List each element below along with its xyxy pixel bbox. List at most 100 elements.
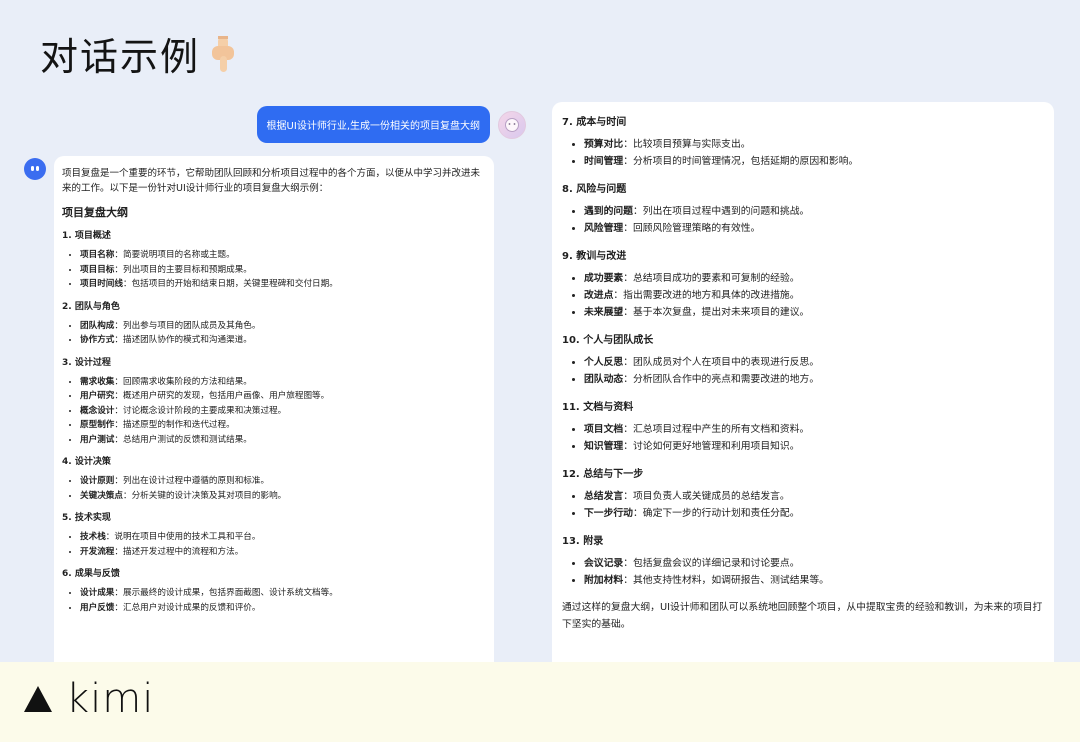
item-key: 成功要素 — [584, 273, 624, 284]
list-item: 需求收集：回顾需求收集阶段的方法和结果。 — [80, 375, 486, 390]
section-list: 设计原则：列出在设计过程中遵循的原则和标准。关键决策点：分析关键的设计决策及其对… — [62, 474, 486, 503]
item-key: 技术栈 — [80, 532, 106, 542]
list-item: 概念设计：讨论概念设计阶段的主要成果和决策过程。 — [80, 404, 486, 419]
item-value: ：回顾需求收集阶段的方法和结果。 — [114, 376, 252, 387]
item-value: ：回顾风险管理策略的有效性。 — [623, 223, 761, 234]
section-list: 设计成果：展示最终的设计成果，包括界面截图、设计系统文档等。用户反馈：汇总用户对… — [62, 586, 486, 615]
list-item: 关键决策点：分析关键的设计决策及其对项目的影响。 — [80, 489, 486, 504]
section-list: 项目名称：简要说明项目的名称或主题。项目目标：列出项目的主要目标和预期成果。项目… — [62, 248, 486, 292]
item-key: 设计原则 — [80, 476, 115, 486]
list-item: 附加材料：其他支持性材料，如调研报告、测试结果等。 — [584, 572, 1044, 589]
list-item: 个人反思：团队成员对个人在项目中的表现进行反思。 — [584, 354, 1044, 371]
conclusion-text: 通过这样的复盘大纲，UI设计师和团队可以系统地回顾整个项目，从中提取宝贵的经验和… — [562, 602, 1043, 630]
item-value: ：团队成员对个人在项目中的表现进行反思。 — [623, 357, 820, 368]
left-chat-panel: 根据UI设计师行业,生成一份相关的项目复盘大纲 项目复盘是一个重要的环节，它帮助… — [16, 100, 536, 666]
list-item: 用户研究：概述用户研究的发现，包括用户画像、用户旅程图等。 — [80, 389, 486, 404]
item-value: ：分析项目的时间管理情况，包括延期的原因和影响。 — [623, 156, 859, 167]
list-item: 项目时间线：包括项目的开始和结束日期，关键里程碑和交付日期。 — [80, 277, 486, 292]
list-item: 改进点：指出需要改进的地方和具体的改进措施。 — [584, 287, 1044, 304]
list-item: 项目文档：汇总项目过程中产生的所有文档和资料。 — [584, 421, 1044, 438]
item-key: 开发流程 — [80, 546, 115, 557]
item-value: ：列出参与项目的团队成员及其角色。 — [114, 320, 261, 331]
item-key: 团队构成 — [80, 320, 115, 331]
item-key: 用户测试 — [80, 434, 115, 445]
list-item: 团队动态：分析团队合作中的亮点和需要改进的地方。 — [584, 371, 1044, 388]
item-value: ：分析关键的设计决策及其对项目的影响。 — [122, 490, 287, 501]
list-item: 时间管理：分析项目的时间管理情况，包括延期的原因和影响。 — [584, 153, 1044, 170]
item-value: ：总结项目成功的要素和可复制的经验。 — [623, 273, 800, 284]
section-list: 预算对比：比较项目预算与实际支出。时间管理：分析项目的时间管理情况，包括延期的原… — [562, 136, 1044, 170]
section-title: 8. 风险与问题 — [562, 184, 627, 195]
item-key: 需求收集 — [80, 376, 115, 387]
list-item: 预算对比：比较项目预算与实际支出。 — [584, 136, 1044, 153]
user-message-bubble: 根据UI设计师行业,生成一份相关的项目复盘大纲 — [256, 106, 490, 143]
bot-avatar — [24, 158, 46, 180]
item-key: 设计成果 — [80, 588, 115, 598]
bot-intro: 项目复盘是一个重要的环节，它帮助团队回顾和分析项目过程中的各个方面，以便从中学习… — [62, 168, 481, 194]
section-list: 会议记录：包括复盘会议的详细记录和讨论要点。附加材料：其他支持性材料，如调研报告… — [562, 555, 1044, 589]
list-item: 知识管理：讨论如何更好地管理和利用项目知识。 — [584, 438, 1044, 455]
list-item: 协作方式：描述团队协作的模式和沟通渠道。 — [80, 333, 486, 348]
item-key: 会议记录 — [584, 558, 624, 569]
list-item: 原型制作：描述原型的制作和迭代过程。 — [80, 418, 486, 433]
section-list: 技术栈：说明在项目中使用的技术工具和平台。开发流程：描述开发过程中的流程和方法。 — [62, 530, 486, 559]
section-list: 团队构成：列出参与项目的团队成员及其角色。协作方式：描述团队协作的模式和沟通渠道… — [62, 319, 486, 348]
item-value: ：讨论概念设计阶段的主要成果和决策过程。 — [114, 405, 287, 416]
list-item: 用户测试：总结用户测试的反馈和测试结果。 — [80, 433, 486, 448]
list-item: 遇到的问题：列出在项目过程中遇到的问题和挑战。 — [584, 203, 1044, 220]
item-value: ：描述开发过程中的流程和方法。 — [114, 546, 244, 557]
list-item: 总结发言：项目负责人或关键成员的总结发言。 — [584, 488, 1044, 505]
item-key: 未来展望 — [584, 307, 624, 318]
list-item: 设计原则：列出在设计过程中遵循的原则和标准。 — [80, 474, 486, 489]
list-item: 项目名称：简要说明项目的名称或主题。 — [80, 248, 486, 263]
user-message-row: 根据UI设计师行业,生成一份相关的项目复盘大纲 — [256, 106, 526, 143]
item-value: ：列出项目的主要目标和预期成果。 — [114, 264, 252, 275]
list-item: 下一步行动：确定下一步的行动计划和责任分配。 — [584, 505, 1044, 522]
section-title: 9. 教训与改进 — [562, 251, 627, 262]
item-key: 遇到的问题 — [584, 206, 633, 217]
list-item: 团队构成：列出参与项目的团队成员及其角色。 — [80, 319, 486, 334]
item-value: ：包括复盘会议的详细记录和讨论要点。 — [623, 558, 800, 569]
section-list: 项目文档：汇总项目过程中产生的所有文档和资料。知识管理：讨论如何更好地管理和利用… — [562, 421, 1044, 455]
section-title: 3. 设计过程 — [62, 357, 111, 368]
face-icon — [505, 117, 519, 132]
item-key: 用户反馈 — [80, 602, 115, 613]
item-key: 附加材料 — [584, 575, 624, 586]
footer-bar: kimi — [0, 662, 1080, 742]
user-avatar[interactable] — [498, 110, 526, 139]
item-value: ：汇总项目过程中产生的所有文档和资料。 — [623, 424, 810, 435]
item-key: 协作方式 — [80, 335, 115, 345]
list-item: 成功要素：总结项目成功的要素和可复制的经验。 — [584, 270, 1044, 287]
section-list: 总结发言：项目负责人或关键成员的总结发言。下一步行动：确定下一步的行动计划和责任… — [562, 488, 1044, 522]
item-value: ：汇总用户对设计成果的反馈和评价。 — [114, 602, 261, 613]
section-title: 11. 文档与资料 — [562, 402, 634, 413]
item-key: 下一步行动 — [584, 508, 633, 519]
section-title: 10. 个人与团队成长 — [562, 335, 654, 346]
item-key: 团队动态 — [584, 374, 624, 385]
item-key: 改进点 — [584, 290, 614, 301]
item-value: ：基于本次复盘，提出对未来项目的建议。 — [623, 307, 810, 318]
item-value: ：简要说明项目的名称或主题。 — [114, 250, 235, 260]
item-value: ：描述原型的制作和迭代过程。 — [114, 420, 235, 430]
item-key: 原型制作 — [80, 420, 115, 430]
list-item: 未来展望：基于本次复盘，提出对未来项目的建议。 — [584, 304, 1044, 321]
section-list: 成功要素：总结项目成功的要素和可复制的经验。改进点：指出需要改进的地方和具体的改… — [562, 270, 1044, 321]
section-title: 1. 项目概述 — [62, 231, 111, 241]
item-key: 项目文档 — [584, 424, 624, 435]
item-value: ：其他支持性材料，如调研报告、测试结果等。 — [623, 575, 829, 586]
list-item: 技术栈：说明在项目中使用的技术工具和平台。 — [80, 530, 486, 545]
item-value: ：列出在项目过程中遇到的问题和挑战。 — [632, 206, 810, 217]
brand-logo: kimi — [24, 676, 154, 722]
item-value: ：包括项目的开始和结束日期，关键里程碑和交付日期。 — [122, 279, 338, 289]
triangle-logo-icon — [24, 686, 52, 712]
list-item: 项目目标：列出项目的主要目标和预期成果。 — [80, 263, 486, 278]
item-key: 风险管理 — [584, 223, 624, 234]
item-value: ：展示最终的设计成果，包括界面截图、设计系统文档等。 — [114, 588, 338, 598]
list-item: 用户反馈：汇总用户对设计成果的反馈和评价。 — [80, 601, 486, 616]
item-key: 预算对比 — [584, 139, 624, 150]
page-title: 对话示例 — [40, 26, 240, 81]
section-list: 需求收集：回顾需求收集阶段的方法和结果。用户研究：概述用户研究的发现，包括用户画… — [62, 375, 486, 448]
outline-title: 项目复盘大纲 — [62, 206, 128, 219]
item-key: 个人反思 — [584, 357, 624, 368]
section-title: 13. 附录 — [562, 536, 604, 547]
